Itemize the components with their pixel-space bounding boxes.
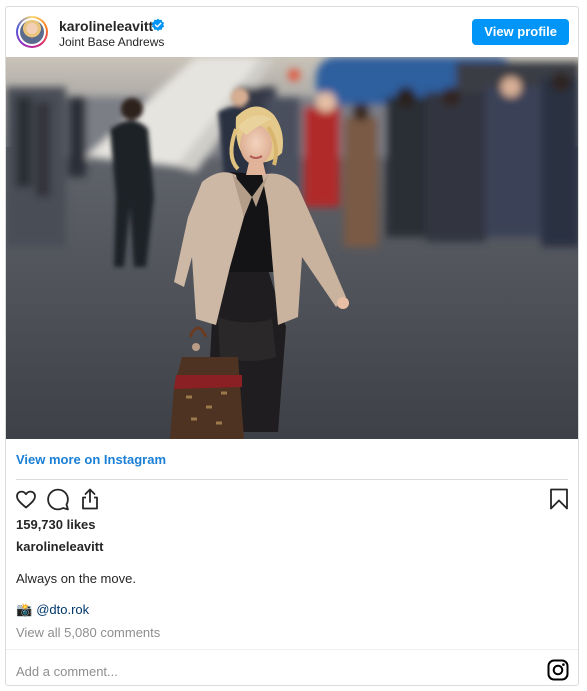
location-link[interactable]: Joint Base Andrews xyxy=(59,35,164,49)
share-icon[interactable] xyxy=(78,487,102,511)
caption-username[interactable]: karolineleavitt xyxy=(16,539,103,554)
view-comments-link[interactable]: View all 5,080 comments xyxy=(16,625,160,640)
add-comment-input[interactable]: Add a comment... xyxy=(16,664,118,679)
caption-text: Always on the move. xyxy=(16,571,136,586)
post-photo[interactable] xyxy=(6,57,578,439)
add-comment-bar[interactable]: Add a comment... xyxy=(6,649,578,685)
view-more-link[interactable]: View more on Instagram xyxy=(16,452,166,467)
camera-emoji-icon: 📸 xyxy=(16,602,33,617)
divider xyxy=(16,479,568,480)
heart-icon[interactable] xyxy=(14,487,38,511)
post-image xyxy=(6,57,578,439)
photo-credit: 📸 @dto.rok xyxy=(16,602,89,618)
username[interactable]: karolineleavitt xyxy=(59,18,153,34)
view-profile-button[interactable]: View profile xyxy=(472,19,569,45)
action-bar xyxy=(6,485,578,513)
credit-handle-link[interactable]: @dto.rok xyxy=(36,602,89,617)
verified-badge-icon xyxy=(151,18,165,31)
instagram-icon[interactable] xyxy=(546,658,570,682)
likes-count[interactable]: 159,730 likes xyxy=(16,517,96,532)
instagram-embed-card: karolineleavitt Joint Base Andrews View … xyxy=(5,6,579,686)
comment-icon[interactable] xyxy=(46,487,70,511)
bookmark-icon[interactable] xyxy=(547,487,571,511)
avatar-photo xyxy=(20,20,44,44)
post-header: karolineleavitt Joint Base Andrews View … xyxy=(6,7,578,57)
avatar[interactable] xyxy=(16,16,48,48)
